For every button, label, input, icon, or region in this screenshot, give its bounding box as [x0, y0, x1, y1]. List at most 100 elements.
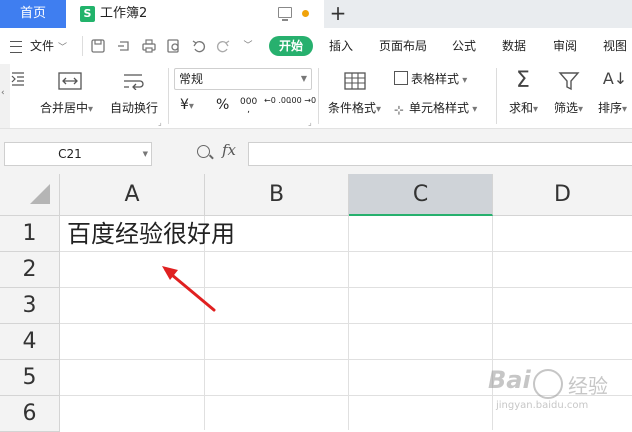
gridline [60, 359, 632, 360]
wrap-text-button[interactable]: 自动换行 [110, 99, 158, 116]
fx-icon[interactable]: fx [222, 141, 236, 159]
zoom-icon[interactable] [197, 145, 210, 158]
merge-center-button[interactable]: 合并居中▾ [40, 99, 93, 116]
column-header-a[interactable]: A [60, 174, 205, 216]
table-style-icon [394, 71, 408, 85]
merge-center-label: 合并居中 [40, 101, 89, 115]
document-title: 工作簿2 [100, 6, 148, 21]
tab-review[interactable]: 审阅 [553, 28, 577, 64]
name-box[interactable]: C21 ▼ [4, 142, 152, 166]
unsaved-dot-icon [302, 10, 309, 17]
chevron-down-icon: ▾ [578, 104, 584, 115]
chevron-down-icon: ▾ [533, 104, 539, 115]
tab-start[interactable]: 开始 [269, 36, 313, 56]
column-header-d[interactable]: D [493, 174, 632, 216]
export-icon[interactable] [117, 39, 131, 53]
number-format-value: 常规 [179, 72, 204, 86]
sort-icon[interactable]: A↓ [602, 70, 628, 88]
row-header-6[interactable]: 6 [0, 396, 60, 432]
tab-formulas[interactable]: 公式 [452, 28, 476, 64]
tab-home[interactable]: 首页 [0, 0, 66, 28]
row-header-2[interactable]: 2 [0, 252, 60, 288]
conditional-format-icon[interactable] [344, 72, 366, 94]
chevron-down-icon[interactable]: ﹀ [241, 39, 255, 53]
divider [82, 36, 83, 56]
baidu-jingyan-watermark: Bai 经验 jingyan.baidu.com [468, 366, 628, 426]
print-preview-icon[interactable] [167, 39, 181, 53]
print-icon[interactable] [142, 39, 156, 53]
thousands-symbol: 000 [240, 97, 258, 107]
select-all-triangle-icon [30, 184, 50, 204]
divider [496, 68, 497, 124]
chevron-left-icon: ‹ [1, 88, 5, 98]
gridline [348, 216, 349, 430]
filter-icon[interactable] [558, 70, 580, 96]
new-tab-plus-icon[interactable]: + [328, 0, 348, 28]
chevron-down-icon: ▾ [376, 104, 382, 115]
formula-input[interactable] [248, 142, 632, 166]
spreadsheet-icon: S [80, 6, 95, 22]
percent-button[interactable]: % [216, 97, 229, 113]
name-box-value: C21 [58, 147, 82, 161]
undo-icon[interactable] [192, 39, 206, 53]
thousands-separator-button[interactable]: 000, [240, 97, 258, 115]
formula-bar: C21 ▼ fx [0, 128, 632, 175]
ribbon-scroll-left[interactable]: ‹ [0, 64, 10, 128]
gridline [60, 323, 632, 324]
tab-document[interactable]: S 工作簿2 [66, 0, 324, 28]
red-arrow-annotation [162, 266, 216, 312]
table-style-label: 表格样式 [411, 72, 460, 86]
currency-button[interactable]: ¥▾ [180, 97, 194, 113]
cell-style-icon: ⊹ [394, 103, 405, 117]
menu-file[interactable]: 文件 ﹀ [30, 28, 67, 64]
chevron-down-icon: ▼ [142, 150, 148, 158]
indent-icon[interactable] [10, 70, 26, 90]
chevron-down-icon: ▾ [188, 101, 194, 112]
chevron-down-icon: ▾ [88, 104, 94, 115]
filter-label: 筛选 [554, 101, 579, 115]
sort-button[interactable]: 排序▾ [598, 99, 627, 116]
divider [168, 68, 169, 124]
cell-style-button[interactable]: ⊹ 单元格样式 ▾ [394, 99, 477, 116]
cell-style-label: 单元格样式 [409, 101, 470, 115]
divider [318, 68, 319, 124]
sum-icon[interactable]: Σ [512, 70, 534, 92]
monitor-icon[interactable] [278, 7, 292, 21]
sum-button[interactable]: 求和▾ [509, 99, 538, 116]
merge-cells-icon[interactable] [58, 72, 82, 94]
tab-insert[interactable]: 插入 [329, 28, 353, 64]
menu-icon[interactable] [10, 41, 22, 53]
tab-view[interactable]: 视图 [603, 28, 627, 64]
save-icon[interactable] [91, 39, 105, 53]
chevron-down-icon: ▾ [469, 104, 478, 115]
chevron-down-icon: ▾ [459, 75, 468, 86]
decrease-decimal-button[interactable]: .00 →0 [289, 96, 316, 105]
filter-button[interactable]: 筛选▾ [554, 99, 583, 116]
tab-data[interactable]: 数据 [502, 28, 526, 64]
number-format-select[interactable]: 常规 ▼ [174, 68, 312, 90]
title-bar: 首页 S 工作簿2 + [0, 0, 632, 28]
column-header-c[interactable]: C [349, 174, 493, 216]
chevron-down-icon: ﹀ [58, 43, 68, 53]
ribbon-toolbar: ‹ 合并居中▾ 自动换行 ⌟ 常规 ▼ ¥▾ % 000, ←0 .00 .00… [0, 64, 632, 128]
chevron-down-icon: ▼ [300, 74, 307, 83]
watermark-url: jingyan.baidu.com [496, 400, 589, 411]
conditional-format-label: 条件格式 [328, 101, 377, 115]
sum-label: 求和 [509, 101, 534, 115]
row-header-3[interactable]: 3 [0, 288, 60, 324]
redo-icon[interactable] [216, 39, 230, 53]
increase-decimal-button[interactable]: ←0 .00 [264, 96, 291, 105]
row-header-4[interactable]: 4 [0, 324, 60, 360]
table-style-button[interactable]: 表格样式 ▾ [394, 70, 467, 87]
dialog-launcher-icon[interactable]: ⌟ [308, 118, 312, 127]
row-header-5[interactable]: 5 [0, 360, 60, 396]
cell-a1[interactable]: 百度经验很好用 [67, 216, 235, 252]
dialog-launcher-icon[interactable]: ⌟ [158, 118, 162, 127]
column-header-b[interactable]: B [205, 174, 349, 216]
conditional-format-button[interactable]: 条件格式▾ [328, 99, 381, 116]
menu-bar: 文件 ﹀ ﹀ 开始 插入 页面布局 公式 数据 审阅 视图 [0, 28, 632, 64]
wrap-text-icon[interactable] [122, 72, 146, 94]
tab-page-layout[interactable]: 页面布局 [379, 28, 427, 64]
watermark-suffix: 经验 [568, 374, 608, 398]
row-header-1[interactable]: 1 [0, 216, 60, 252]
